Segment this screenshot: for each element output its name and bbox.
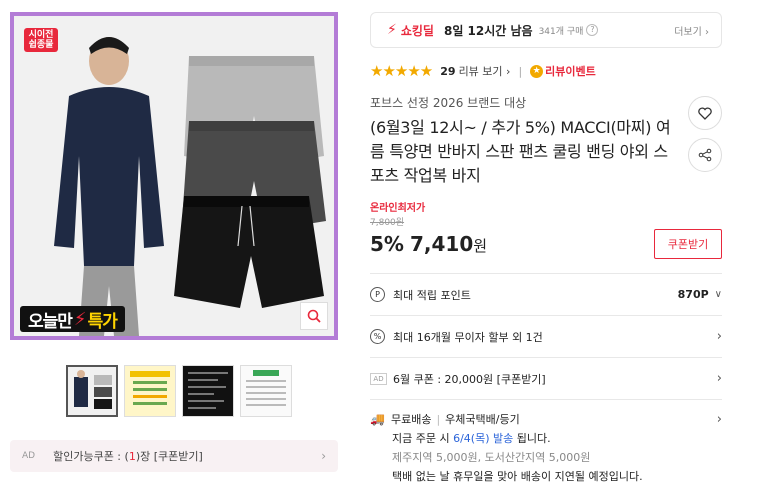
shocking-deal-bar[interactable]: ⚡ 쇼킹딜 8일 12시간 남음 341개 구매 ? 더보기 › <box>370 12 722 48</box>
extra-shipping-fee: 제주지역 5,000원, 도서산간지역 5,000원 <box>392 451 591 464</box>
price-unit: 원 <box>473 237 488 255</box>
purchase-count: 341개 구매 <box>538 26 584 37</box>
ad-label: AD <box>22 451 36 461</box>
review-link[interactable]: 리뷰 보기 › <box>459 63 511 79</box>
thumbnail-1-image <box>68 367 116 415</box>
original-price: 7,800원 <box>370 218 405 228</box>
rating-row: ★★★★★ 29 리뷰 보기 › | ★ 리뷰이벤트 <box>370 62 722 80</box>
zoom-icon <box>307 309 321 323</box>
monthly-coupon-label: 6월 쿠폰 : 20,000원 [쿠폰받기] <box>393 372 546 386</box>
sale-price: 7,410원 <box>410 232 487 256</box>
available-coupon-bar[interactable]: AD 할인가능쿠폰 : (1)장 [쿠폰받기] › <box>10 440 338 472</box>
action-icons <box>688 96 722 172</box>
review-event-label: 리뷰이벤트 <box>545 65 596 78</box>
review-count: 29 <box>440 64 456 78</box>
price-row: 5% 7,410원 쿠폰받기 <box>370 229 722 259</box>
shipping-info: 🚚 무료배송 | 우체국택배/등기 › 지금 주문 시 6/4(목) 발송 됩니… <box>370 400 722 486</box>
thumbnail-2-image <box>125 366 175 416</box>
ship-date: 6/4(목) 발송 <box>453 432 514 445</box>
divider: | <box>436 413 441 426</box>
corner-badge: 시이전 쉽종물 <box>24 28 58 52</box>
installment-row[interactable]: % 최대 16개월 무이자 할부 외 1건 › <box>370 316 722 358</box>
brand-award-text: 포브스 선정 2026 브랜드 대상 <box>370 96 527 110</box>
points-icon: P <box>370 287 385 302</box>
deal-more-link[interactable]: 더보기 › <box>674 23 709 38</box>
thumbnail-4-image <box>241 366 291 416</box>
product-info: ⚡ 쇼킹딜 8일 12시간 남음 341개 구매 ? 더보기 › ★★★★★ 2… <box>370 12 722 486</box>
truck-icon: 🚚 <box>370 412 385 426</box>
product-page: 시이전 쉽종물 오늘만 ⚡ 특가 AD 할인가능쿠폰: (1)장 [쿠폰받… <box>0 0 761 501</box>
thumbnail-2[interactable] <box>124 365 176 417</box>
ad-badge: AD <box>370 372 387 385</box>
ship-date-suffix: 됩니다. <box>513 432 551 445</box>
thumbnail-list <box>66 365 292 417</box>
promo-text-today: 오늘만 <box>28 311 73 332</box>
points-row[interactable]: P 최대 적립 포인트 870P ∨ <box>370 274 722 316</box>
divider: | <box>518 64 523 78</box>
chevron-right-icon: › <box>716 371 722 386</box>
installment-label: 최대 16개월 무이자 할부 외 1건 <box>393 330 543 344</box>
ship-date-line: 지금 주문 시 6/4(목) 발송 됩니다. <box>370 429 722 448</box>
deal-label: 쇼킹딜 <box>400 23 434 38</box>
chevron-right-icon: › <box>321 449 326 463</box>
benefit-list: P 최대 적립 포인트 870P ∨ % 최대 16개월 무이자 할부 외 1건… <box>370 273 722 400</box>
coupon-count: 1 <box>128 449 136 463</box>
free-shipping-label: 무료배송 <box>390 413 432 426</box>
star-rating: ★★★★★ <box>370 62 433 80</box>
get-coupon-button[interactable]: 쿠폰받기 <box>654 229 722 259</box>
review-event-link[interactable]: ★ 리뷰이벤트 <box>530 63 596 79</box>
share-icon <box>698 148 712 162</box>
deal-more-label: 더보기 <box>674 26 702 38</box>
coupon-label: 할인가능쿠폰 : ( <box>53 450 129 463</box>
chevron-right-icon: › <box>716 412 722 427</box>
main-product-image[interactable]: 시이전 쉽종물 오늘만 ⚡ 특가 <box>10 12 338 340</box>
ship-date-prefix: 지금 주문 시 <box>392 432 454 445</box>
thumbnail-4[interactable] <box>240 365 292 417</box>
shipping-delay-notice: 택배 없는 날 휴무일을 맞아 배송이 지연될 예정입니다. <box>392 470 643 483</box>
chevron-down-icon: ∨ <box>714 289 722 300</box>
promo-text-special: 특가 <box>87 311 118 332</box>
product-title: (6월3일 12시~ / 추가 5%) MACCI(마찌) 여름 특양면 반바지… <box>370 118 671 185</box>
installment-icon: % <box>370 329 385 344</box>
shocking-deal-icon: ⚡ <box>387 22 397 38</box>
chevron-right-icon: › <box>716 329 722 344</box>
thumbnail-1[interactable] <box>66 365 118 417</box>
thumbnail-3-image <box>183 366 233 416</box>
sale-price-amount: 7,410 <box>409 232 474 256</box>
lowest-price-badge: 온라인최저가 <box>370 203 426 214</box>
thumbnail-3[interactable] <box>182 365 234 417</box>
heart-icon <box>698 106 712 120</box>
points-value: 870P <box>677 288 709 301</box>
event-icon: ★ <box>530 64 544 78</box>
review-link-label: 리뷰 보기 <box>458 65 503 78</box>
product-photo <box>14 16 334 336</box>
monthly-coupon-row[interactable]: AD 6월 쿠폰 : 20,000원 [쿠폰받기] › <box>370 358 722 400</box>
share-button[interactable] <box>688 138 722 172</box>
shipping-header[interactable]: 🚚 무료배송 | 우체국택배/등기 › <box>370 410 722 429</box>
discount-rate: 5% <box>370 232 404 256</box>
lightning-icon: ⚡ <box>73 308 87 330</box>
wishlist-button[interactable] <box>688 96 722 130</box>
deal-time-left: 8일 12시간 남음 <box>443 23 533 38</box>
coupon-suffix: )장 [쿠폰받기] <box>135 450 203 463</box>
points-label: 최대 적립 포인트 <box>393 288 471 302</box>
shipping-method: 우체국택배/등기 <box>445 413 520 426</box>
today-special-banner: 오늘만 ⚡ 특가 <box>20 306 125 332</box>
zoom-button[interactable] <box>300 302 328 330</box>
help-icon[interactable]: ? <box>586 24 599 36</box>
